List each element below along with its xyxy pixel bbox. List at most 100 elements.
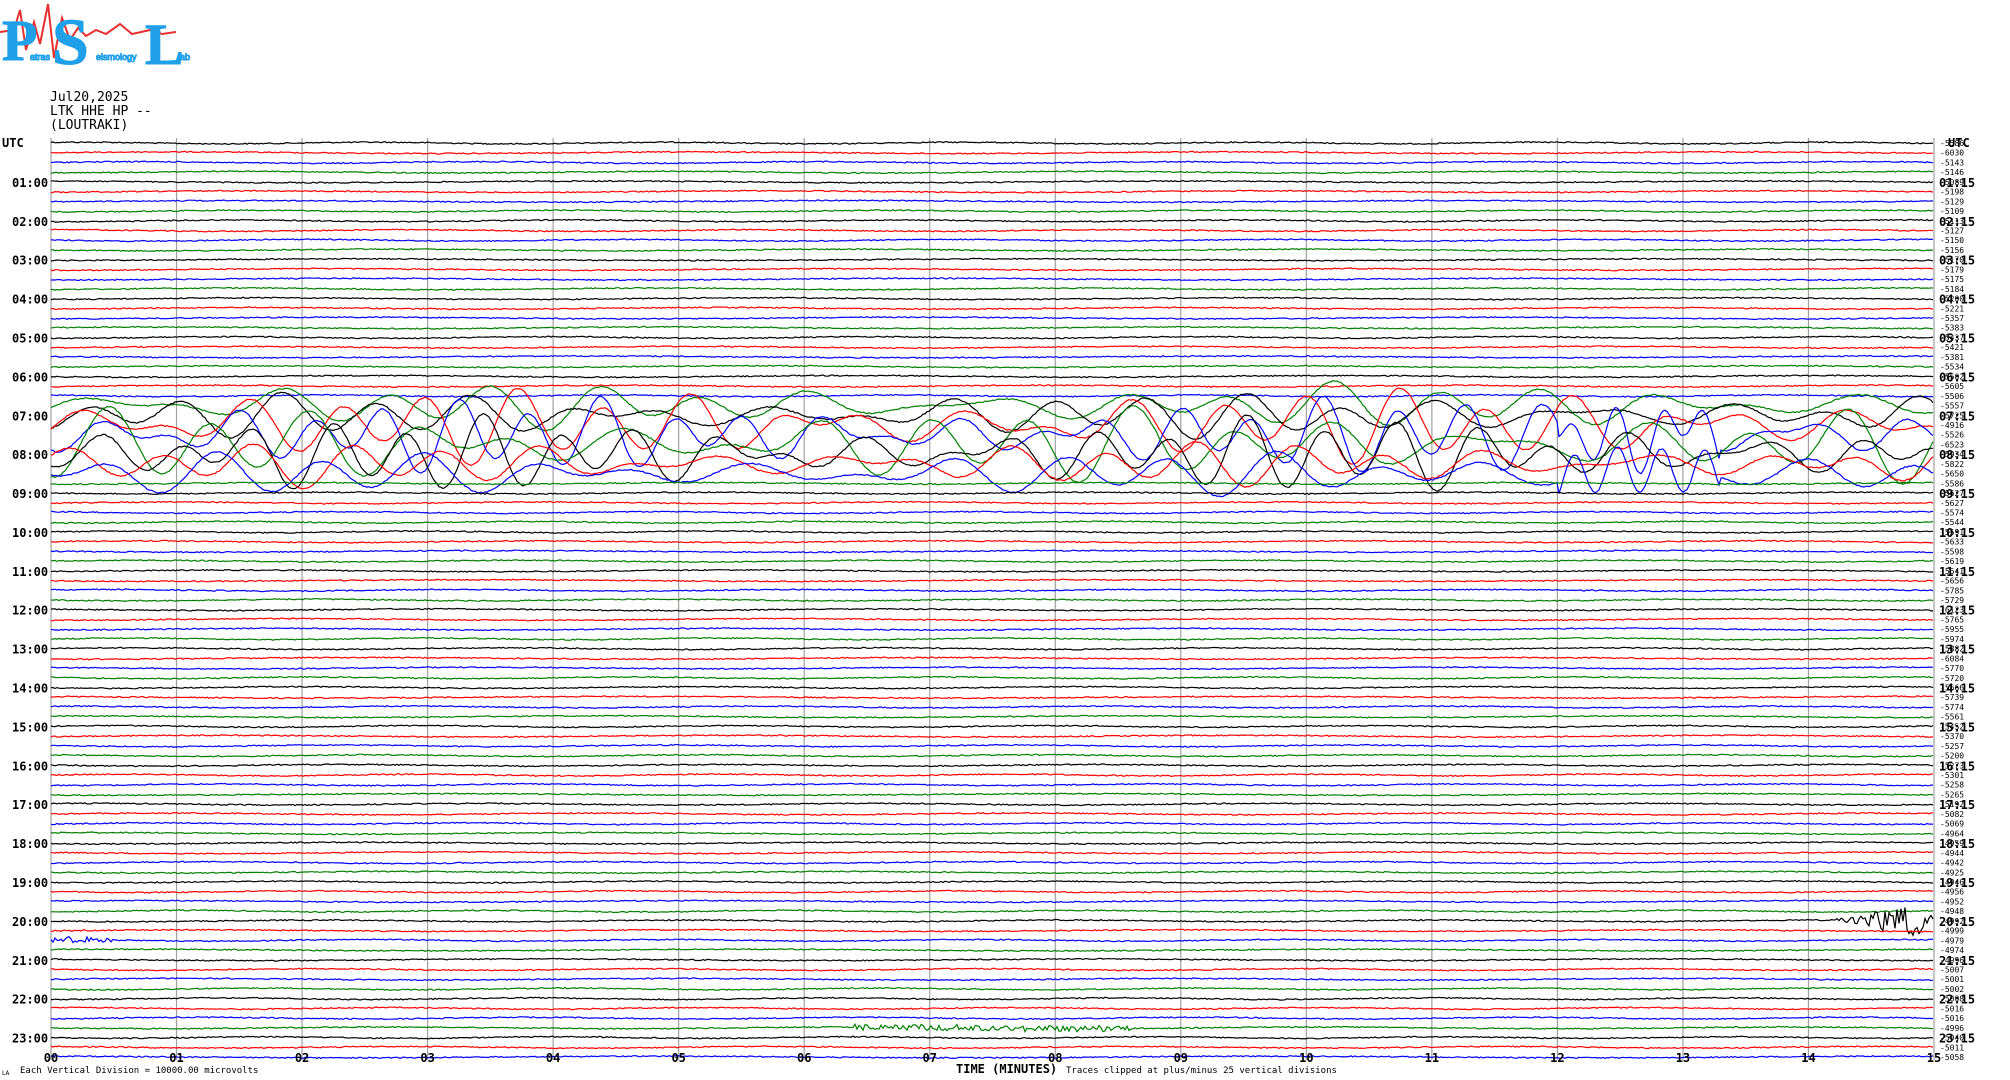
trace-line	[50, 617, 1934, 622]
trace-offset-label: -5774	[1940, 703, 1964, 712]
trace-line	[51, 384, 1933, 389]
label-group: -5586-6030-5143-5146-5089-5198-5129-5109…	[2, 136, 1975, 1077]
trace-line	[50, 831, 1934, 836]
trace-line	[50, 1023, 1934, 1034]
trace-line	[50, 140, 1934, 146]
minute-tick-label: 05	[671, 1051, 685, 1065]
hour-label-left: 15:00	[12, 720, 48, 734]
trace-line	[51, 928, 1934, 933]
trace-line	[50, 257, 1934, 262]
trace-line	[50, 395, 1934, 475]
hour-label-left: 11:00	[12, 565, 48, 579]
trace-line	[50, 267, 1934, 272]
trace-line	[50, 977, 1934, 982]
hour-label-left: 05:00	[12, 331, 48, 345]
minute-tick-label: 07	[923, 1051, 937, 1065]
trace-offset-label: -5381	[1940, 353, 1964, 362]
trace-line	[50, 850, 1933, 855]
trace-offset-label: -5650	[1940, 470, 1964, 479]
trace-offset-label: -5357	[1940, 314, 1964, 323]
helicorder-plot: -5586-6030-5143-5146-5089-5198-5129-5109…	[2, 136, 1975, 1077]
trace-line	[50, 666, 1934, 671]
hour-label-left: 20:00	[12, 915, 48, 929]
minute-tick-label: 02	[295, 1051, 309, 1065]
hour-label-right: 02:15	[1939, 215, 1975, 229]
utc-label-right: UTC	[1948, 136, 1970, 150]
trace-line	[50, 870, 1934, 875]
trace-line	[50, 238, 1934, 243]
hour-label-left: 01:00	[12, 176, 48, 190]
x-axis-title: TIME (MINUTES)	[956, 1062, 1057, 1076]
trace-line	[50, 957, 1934, 962]
trace-line	[50, 811, 1934, 816]
trace-line	[50, 996, 1934, 1001]
hour-label-right: 20:15	[1939, 915, 1975, 929]
hour-label-left: 02:00	[12, 215, 48, 229]
hour-label-right: 01:15	[1939, 176, 1975, 190]
corner-mark: LA	[2, 1070, 10, 1077]
trace-line	[50, 986, 1934, 991]
trace-offset-label: -5598	[1940, 547, 1964, 556]
trace-line	[50, 354, 1934, 359]
minute-tick-label: 00	[44, 1051, 58, 1065]
hour-label-left: 13:00	[12, 643, 48, 657]
trace-offset-label: -5574	[1940, 508, 1964, 517]
trace-offset-label: -4942	[1940, 859, 1964, 868]
trace-line	[50, 364, 1934, 369]
minute-tick-label: 10	[1299, 1051, 1313, 1065]
hour-label-right: 12:15	[1939, 604, 1975, 618]
hour-label-left: 12:00	[12, 604, 48, 618]
hour-label-right: 14:15	[1939, 682, 1975, 696]
trace-line	[50, 821, 1934, 826]
hour-label-right: 11:15	[1939, 565, 1975, 579]
trace-line	[50, 1035, 1934, 1040]
trace-line	[50, 734, 1934, 739]
trace-line	[50, 753, 1934, 758]
trace-line	[50, 860, 1934, 865]
hour-label-right: 17:15	[1939, 798, 1975, 812]
scale-note: Each Vertical Division = 10000.00 microv…	[20, 1066, 258, 1076]
trace-line	[50, 724, 1934, 729]
trace-offset-label: -5258	[1940, 781, 1964, 790]
trace-offset-label: -5129	[1940, 197, 1964, 206]
hour-label-left: 19:00	[12, 876, 48, 890]
trace-offset-label: -6030	[1940, 149, 1964, 158]
hour-label-left: 07:00	[12, 409, 48, 423]
trace-line	[50, 743, 1934, 748]
trace-offset-label: -5150	[1940, 236, 1964, 245]
trace-line	[50, 792, 1934, 797]
trace-offset-label: -5058	[1940, 1053, 1964, 1062]
trace-line	[50, 209, 1934, 214]
trace-line	[50, 549, 1934, 554]
trace-line	[50, 627, 1934, 632]
trace-line	[50, 714, 1934, 719]
trace-line	[50, 315, 1934, 321]
trace-offset-label: -4979	[1940, 936, 1964, 945]
hour-label-left: 16:00	[12, 759, 48, 773]
trace-line	[50, 335, 1934, 340]
trace-offset-label: -5175	[1940, 275, 1964, 284]
trace-line	[50, 588, 1934, 593]
hour-label-right: 21:15	[1939, 954, 1975, 968]
trace-group	[50, 140, 1934, 1060]
trace-line	[50, 345, 1934, 350]
clip-note: Traces clipped at plus/minus 25 vertical…	[1066, 1066, 1337, 1076]
trace-line	[50, 520, 1934, 525]
minute-tick-label: 04	[546, 1051, 560, 1065]
trace-offset-label: -4952	[1940, 897, 1964, 906]
hour-label-right: 23:15	[1939, 1032, 1975, 1046]
trace-line	[51, 695, 1934, 700]
hour-label-left: 21:00	[12, 954, 48, 968]
hour-label-right: 06:15	[1939, 370, 1975, 384]
minute-tick-label: 11	[1425, 1051, 1439, 1065]
trace-offset-label: -5001	[1940, 975, 1964, 984]
trace-line	[50, 841, 1934, 846]
hour-label-left: 23:00	[12, 1032, 48, 1046]
hour-label-left: 10:00	[12, 526, 48, 540]
trace-line	[50, 160, 1934, 165]
trace-line	[50, 446, 1934, 498]
trace-line	[51, 306, 1933, 311]
minute-tick-label: 03	[420, 1051, 434, 1065]
hour-label-right: 16:15	[1939, 759, 1975, 773]
hour-label-right: 04:15	[1939, 293, 1975, 307]
